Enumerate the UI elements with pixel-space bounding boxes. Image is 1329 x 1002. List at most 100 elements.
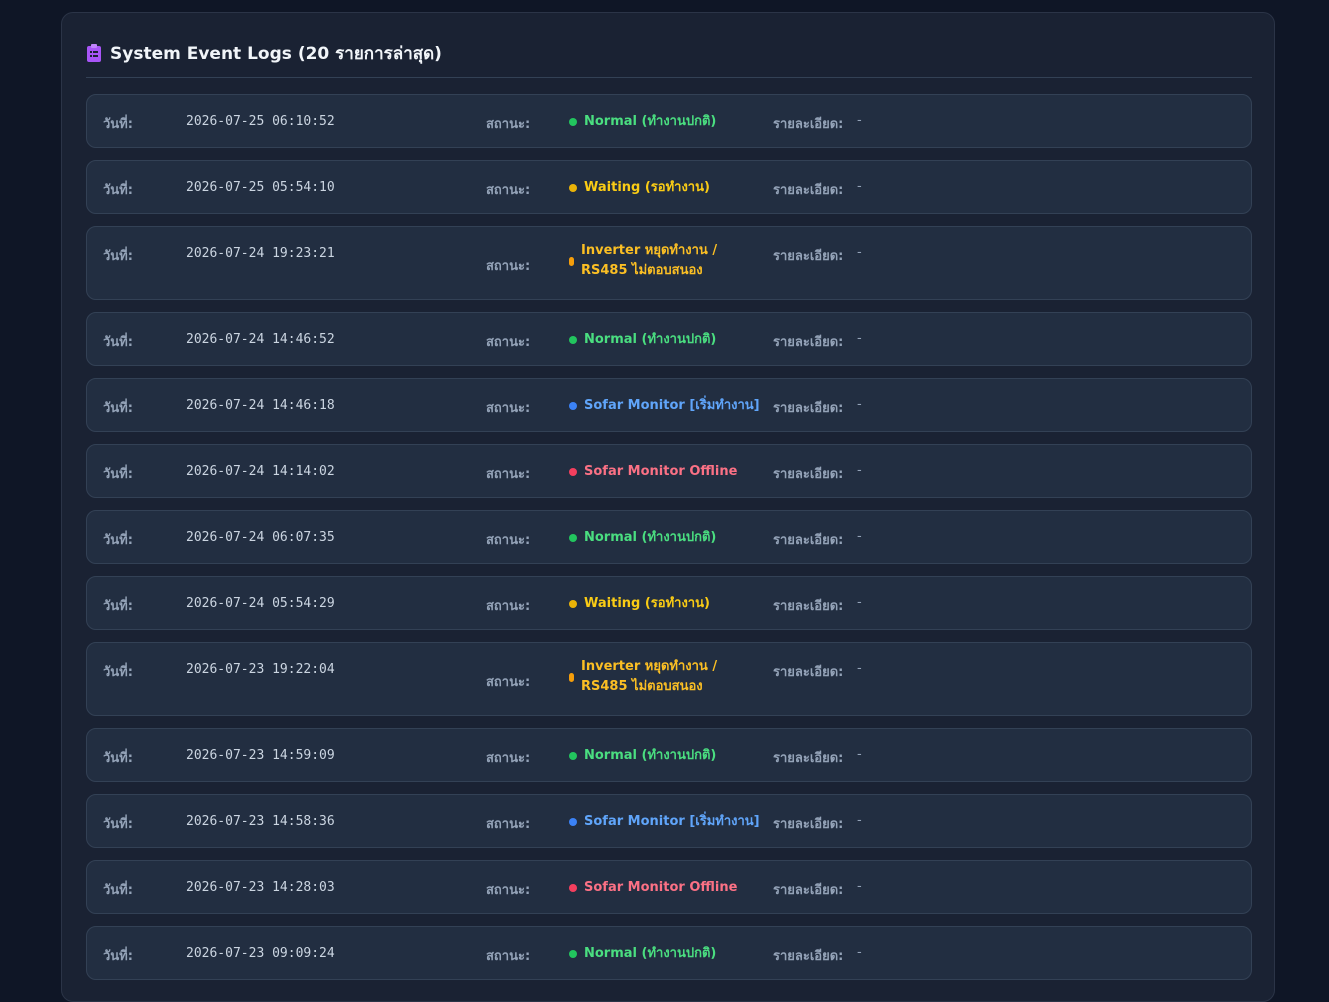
log-detail: - [857, 113, 862, 128]
log-detail: - [857, 529, 862, 544]
log-entry: วันที่: 2026-07-25 06:10:52 สถานะ: Norma… [86, 94, 1252, 148]
status-dot-icon [569, 256, 574, 266]
log-detail: - [857, 331, 862, 346]
status-dot-icon [569, 402, 577, 410]
status-dot-icon [569, 672, 574, 682]
log-date: 2026-07-24 14:46:18 [186, 398, 335, 413]
status-label: สถานะ: [486, 949, 531, 964]
status-text: Normal (ทำงานปกติ) [584, 332, 717, 347]
log-date: 2026-07-23 14:59:09 [186, 748, 335, 763]
log-date: 2026-07-23 14:28:03 [186, 880, 335, 895]
log-detail: - [857, 747, 862, 762]
status-dot-icon [569, 752, 577, 760]
status-indicator: Waiting (รอทำงาน) [569, 594, 710, 614]
date-label: วันที่: [103, 249, 133, 264]
log-entry: วันที่: 2026-07-24 14:14:02 สถานะ: Sofar… [86, 444, 1252, 498]
date-label: วันที่: [103, 183, 133, 198]
log-detail: - [857, 661, 862, 676]
detail-label: รายละเอียด: [773, 883, 844, 898]
status-dot-icon [569, 818, 577, 826]
status-label: สถานะ: [486, 883, 531, 898]
status-dot-icon [569, 468, 577, 476]
header-divider [86, 77, 1252, 78]
status-indicator: Sofar Monitor [เริ่มทำงาน] [569, 396, 760, 416]
detail-label: รายละเอียด: [773, 751, 844, 766]
status-text: Normal (ทำงานปกติ) [584, 946, 717, 961]
date-label: วันที่: [103, 599, 133, 614]
status-indicator: Sofar Monitor Offline [569, 878, 737, 898]
status-indicator: Inverter หยุดทำงาน / RS485 ไม่ตอบสนอง [569, 241, 717, 281]
log-entry: วันที่: 2026-07-24 14:46:18 สถานะ: Sofar… [86, 378, 1252, 432]
status-label: สถานะ: [486, 533, 531, 548]
detail-label: รายละเอียด: [773, 335, 844, 350]
status-dot-icon [569, 600, 577, 608]
clipboard-list-icon [87, 44, 101, 62]
status-text: Normal (ทำงานปกติ) [584, 114, 717, 129]
log-date: 2026-07-25 06:10:52 [186, 114, 335, 129]
log-date: 2026-07-23 09:09:24 [186, 946, 335, 961]
log-entry: วันที่: 2026-07-23 09:09:24 สถานะ: Norma… [86, 926, 1252, 980]
status-text: Sofar Monitor [เริ่มทำงาน] [584, 398, 760, 413]
date-label: วันที่: [103, 467, 133, 482]
status-dot-icon [569, 118, 577, 126]
event-log-list: วันที่: 2026-07-25 06:10:52 สถานะ: Norma… [86, 94, 1252, 992]
panel-title: System Event Logs (20 รายการล่าสุด) [110, 43, 442, 64]
date-label: วันที่: [103, 817, 133, 832]
status-label: สถานะ: [486, 117, 531, 132]
status-indicator: Normal (ทำงานปกติ) [569, 746, 716, 766]
log-entry: วันที่: 2026-07-24 14:46:52 สถานะ: Norma… [86, 312, 1252, 366]
status-label: สถานะ: [486, 817, 531, 832]
log-entry: วันที่: 2026-07-24 06:07:35 สถานะ: Norma… [86, 510, 1252, 564]
status-text: Sofar Monitor Offline [584, 880, 738, 895]
event-log-panel: System Event Logs (20 รายการล่าสุด) วันท… [61, 12, 1275, 1002]
detail-label: รายละเอียด: [773, 599, 844, 614]
log-date: 2026-07-24 06:07:35 [186, 530, 335, 545]
status-label: สถานะ: [486, 675, 531, 690]
log-detail: - [857, 879, 862, 894]
status-indicator: Normal (ทำงานปกติ) [569, 944, 716, 964]
date-label: วันที่: [103, 335, 133, 350]
status-indicator: Sofar Monitor [เริ่มทำงาน] [569, 812, 760, 832]
status-label: สถานะ: [486, 751, 531, 766]
detail-label: รายละเอียด: [773, 467, 844, 482]
detail-label: รายละเอียด: [773, 533, 844, 548]
log-detail: - [857, 945, 862, 960]
log-date: 2026-07-25 05:54:10 [186, 180, 335, 195]
status-indicator: Inverter หยุดทำงาน / RS485 ไม่ตอบสนอง [569, 657, 717, 697]
status-indicator: Sofar Monitor Offline [569, 462, 737, 482]
status-label: สถานะ: [486, 183, 531, 198]
status-dot-icon [569, 184, 577, 192]
date-label: วันที่: [103, 117, 133, 132]
log-detail: - [857, 463, 862, 478]
detail-label: รายละเอียด: [773, 949, 844, 964]
status-label: สถานะ: [486, 599, 531, 614]
status-text: Normal (ทำงานปกติ) [584, 748, 717, 763]
status-label: สถานะ: [486, 335, 531, 350]
status-dot-icon [569, 884, 577, 892]
status-label: สถานะ: [486, 259, 531, 274]
detail-label: รายละเอียด: [773, 183, 844, 198]
status-text: Waiting (รอทำงาน) [584, 180, 710, 195]
log-detail: - [857, 397, 862, 412]
log-entry: วันที่: 2026-07-23 14:28:03 สถานะ: Sofar… [86, 860, 1252, 914]
detail-label: รายละเอียด: [773, 117, 844, 132]
date-label: วันที่: [103, 949, 133, 964]
status-dot-icon [569, 950, 577, 958]
log-entry: วันที่: 2026-07-23 14:58:36 สถานะ: Sofar… [86, 794, 1252, 848]
log-date: 2026-07-24 05:54:29 [186, 596, 335, 611]
status-text: Inverter หยุดทำงาน / RS485 ไม่ตอบสนอง [581, 659, 718, 694]
log-detail: - [857, 595, 862, 610]
log-detail: - [857, 813, 862, 828]
date-label: วันที่: [103, 751, 133, 766]
log-date: 2026-07-24 14:46:52 [186, 332, 335, 347]
status-text: Sofar Monitor [เริ่มทำงาน] [584, 814, 760, 829]
log-date: 2026-07-23 19:22:04 [186, 662, 335, 677]
log-date: 2026-07-23 14:58:36 [186, 814, 335, 829]
status-indicator: Waiting (รอทำงาน) [569, 178, 710, 198]
panel-header: System Event Logs (20 รายการล่าสุด) [86, 39, 442, 67]
detail-label: รายละเอียด: [773, 249, 844, 264]
status-text: Inverter หยุดทำงาน / RS485 ไม่ตอบสนอง [581, 243, 718, 278]
status-label: สถานะ: [486, 467, 531, 482]
status-indicator: Normal (ทำงานปกติ) [569, 112, 716, 132]
date-label: วันที่: [103, 883, 133, 898]
